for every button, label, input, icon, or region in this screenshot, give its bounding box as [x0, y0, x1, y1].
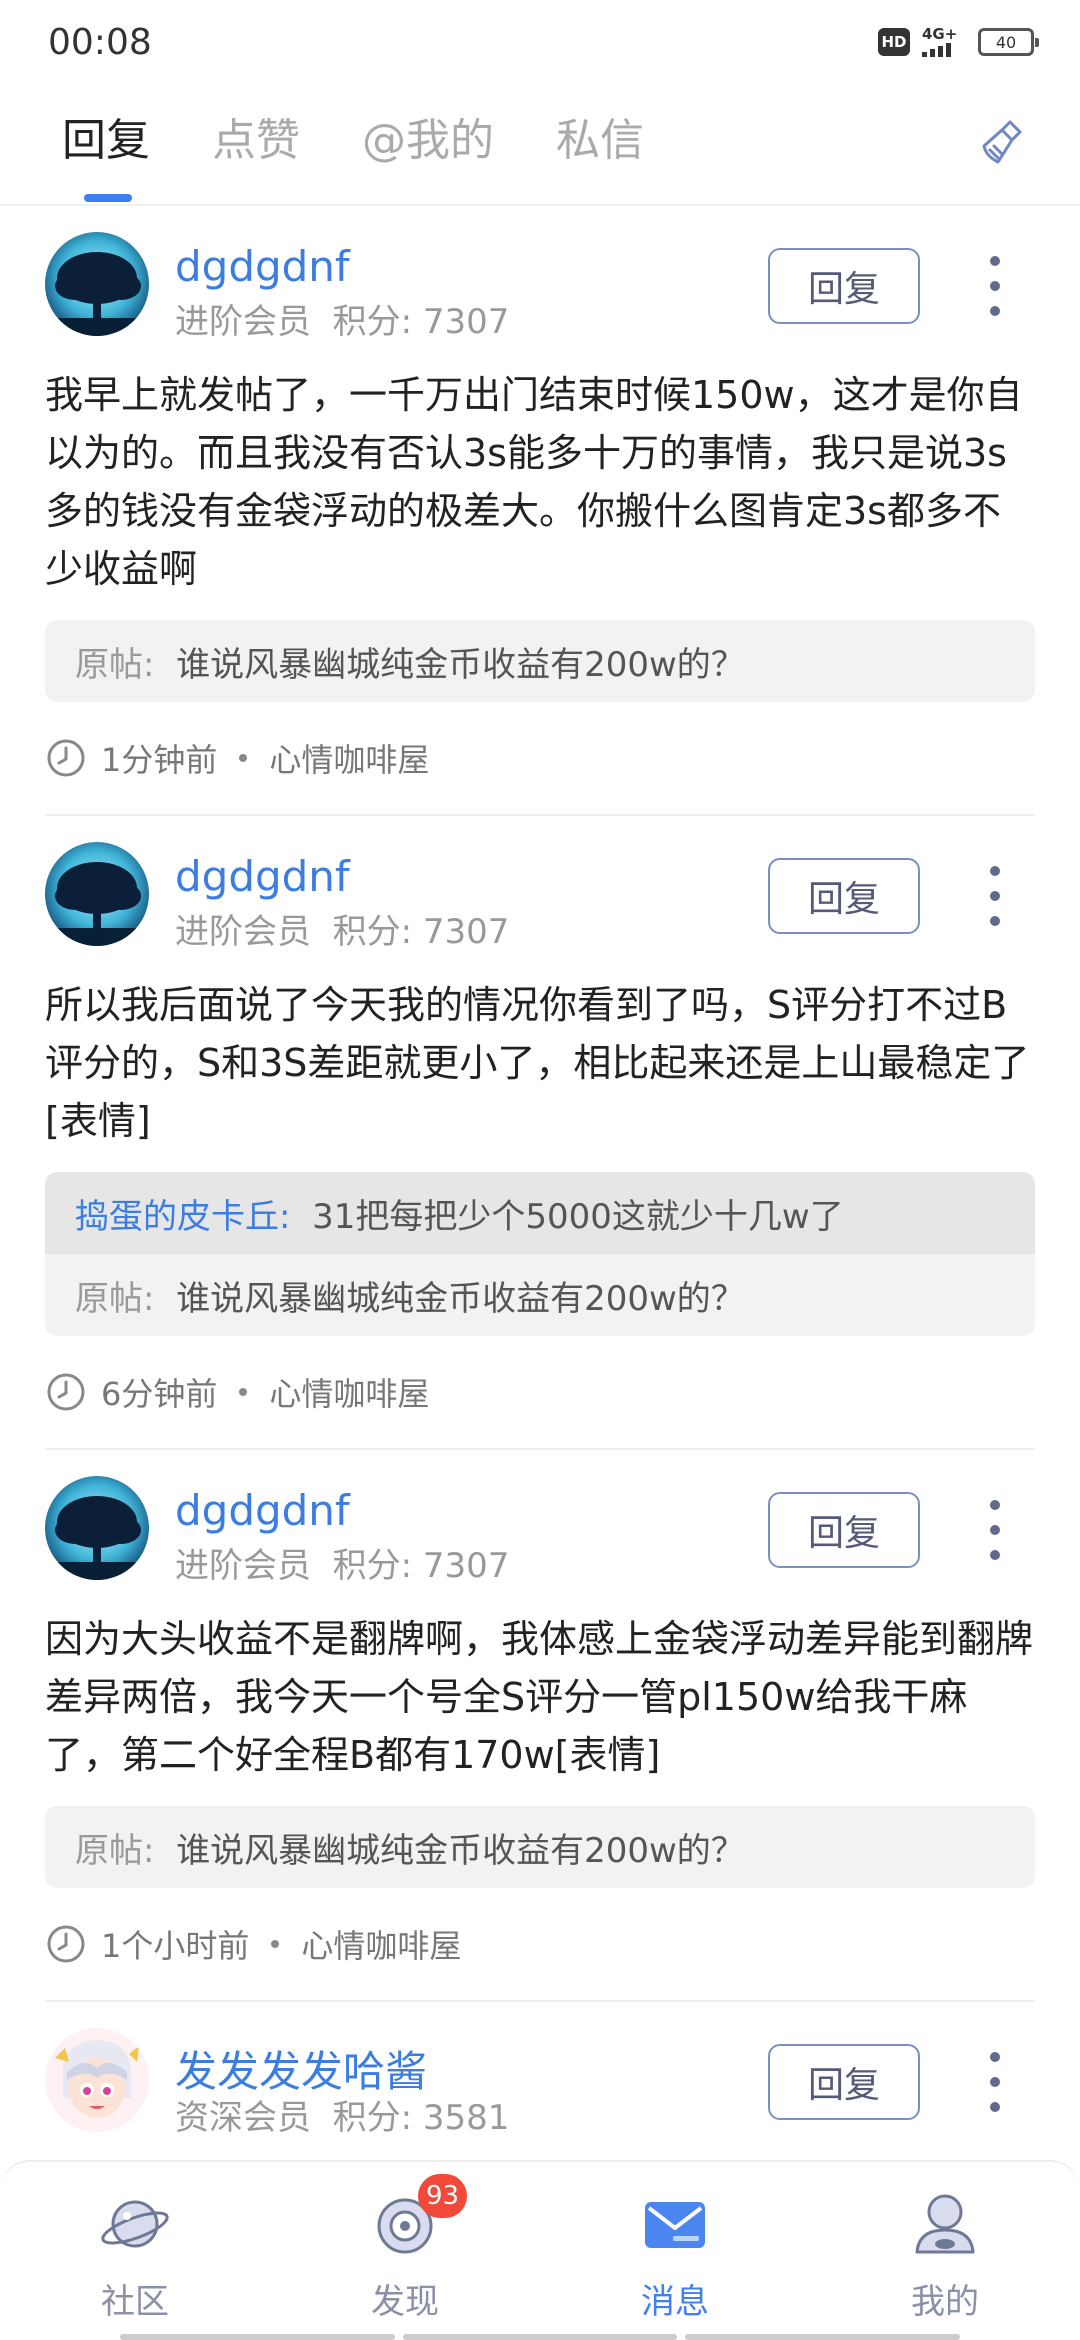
- user-meta: 进阶会员 积分: 7307: [175, 912, 510, 952]
- original-post-box[interactable]: 捣蛋的皮卡丘: 31把每把少个5000这就少十几w了 原帖: 谁说风暴幽城纯金币…: [45, 1172, 1035, 1336]
- card-footer: 1个小时前 心情咖啡屋: [45, 1888, 1035, 2000]
- username[interactable]: dgdgdnf: [175, 852, 350, 901]
- clock-icon: [47, 1925, 85, 1963]
- forum-name[interactable]: 心情咖啡屋: [269, 735, 429, 781]
- username[interactable]: dgdgdnf: [175, 242, 350, 291]
- hd-icon: HD: [878, 28, 910, 56]
- original-post-line[interactable]: 原帖: 谁说风暴幽城纯金币收益有200w的？: [45, 1806, 1035, 1888]
- card-footer: 6分钟前 心情咖啡屋: [45, 1336, 1035, 1448]
- reply-content[interactable]: 所以我后面说了今天我的情况你看到了吗，S评分打不过B评分的，S和3S差距就更小了…: [45, 966, 1035, 1150]
- tab-mentions[interactable]: @我的: [362, 96, 494, 206]
- original-post-box[interactable]: 原帖: 谁说风暴幽城纯金币收益有200w的？: [45, 620, 1035, 702]
- original-post-title: 谁说风暴幽城纯金币收益有200w的？: [176, 1278, 745, 1319]
- avatar[interactable]: [45, 842, 149, 946]
- nav-community[interactable]: 社区: [0, 2162, 270, 2340]
- battery-icon: 40: [978, 28, 1039, 56]
- user-meta: 进阶会员 积分: 7307: [175, 1546, 510, 1586]
- status-icons: HD 4G+ 40: [878, 27, 1039, 57]
- user-meta: 进阶会员 积分: 7307: [175, 302, 510, 342]
- more-options-icon[interactable]: [985, 1500, 1005, 1560]
- reply-button[interactable]: 回复: [768, 1492, 920, 1568]
- tab-replies[interactable]: 回复: [62, 96, 150, 206]
- tab-likes[interactable]: 点赞: [212, 96, 300, 206]
- original-post-title: 谁说风暴幽城纯金币收益有200w的？: [176, 1830, 745, 1871]
- nav-label: 社区: [101, 2282, 169, 2322]
- quoted-reply-text: 31把每把少个5000这就少十几w了: [312, 1196, 844, 1237]
- avatar[interactable]: [45, 2028, 149, 2132]
- clock-icon: [47, 739, 85, 777]
- planet-icon: [101, 2200, 169, 2248]
- tab-private-messages[interactable]: 私信: [556, 96, 644, 206]
- nav-messages[interactable]: 消息: [540, 2162, 810, 2340]
- quoted-user[interactable]: 捣蛋的皮卡丘:: [75, 1189, 290, 1238]
- reply-card[interactable]: 发发发发哈酱 资深会员 积分: 3581 回复: [0, 2002, 1080, 2152]
- user-meta: 资深会员 积分: 3581: [175, 2098, 510, 2138]
- avatar[interactable]: [45, 1476, 149, 1580]
- forum-name[interactable]: 心情咖啡屋: [301, 1921, 461, 1967]
- forum-name[interactable]: 心情咖啡屋: [269, 1369, 429, 1415]
- bottom-nav: 社区 93 发现 消息 我的: [0, 2160, 1080, 2340]
- status-bar: 00:08 HD 4G+ 40: [0, 0, 1080, 84]
- notification-badge: 93: [418, 2174, 468, 2218]
- card-footer: 1分钟前 心情咖啡屋: [45, 702, 1035, 814]
- avatar[interactable]: [45, 232, 149, 336]
- more-options-icon[interactable]: [985, 866, 1005, 926]
- original-post-title: 谁说风暴幽城纯金币收益有200w的？: [176, 644, 745, 685]
- status-time: 00:08: [48, 21, 152, 63]
- reply-card[interactable]: dgdgdnf 进阶会员 积分: 7307 回复 我早上就发帖了，一千万出门结束…: [0, 206, 1080, 814]
- signal-icon: 4G+: [922, 27, 966, 57]
- reply-button[interactable]: 回复: [768, 858, 920, 934]
- post-time: 6分钟前: [101, 1375, 218, 1413]
- reply-content[interactable]: 因为大头收益不是翻牌啊，我体感上金袋浮动差异能到翻牌差异两倍，我今天一个号全S评…: [45, 1600, 1035, 1784]
- separator-dot: [239, 754, 248, 762]
- message-tabs: 回复 点赞 @我的 私信: [0, 96, 1080, 206]
- gesture-bar: [120, 2334, 961, 2340]
- reply-content[interactable]: 我早上就发帖了，一千万出门结束时候150w，这才是你自以为的。而且我没有否认3s…: [45, 356, 1035, 598]
- username[interactable]: dgdgdnf: [175, 1486, 350, 1535]
- more-options-icon[interactable]: [985, 2052, 1005, 2112]
- original-post-box[interactable]: 原帖: 谁说风暴幽城纯金币收益有200w的？: [45, 1806, 1035, 1888]
- nav-profile[interactable]: 我的: [810, 2162, 1080, 2340]
- mail-icon: [645, 2202, 705, 2248]
- separator-dot: [271, 1940, 280, 1948]
- reply-card[interactable]: dgdgdnf 进阶会员 积分: 7307 回复 所以我后面说了今天我的情况你看…: [0, 816, 1080, 1448]
- reply-feed: dgdgdnf 进阶会员 积分: 7307 回复 我早上就发帖了，一千万出门结束…: [0, 206, 1080, 2152]
- clock-icon: [47, 1373, 85, 1411]
- broom-icon[interactable]: [976, 116, 1028, 168]
- reply-button[interactable]: 回复: [768, 2044, 920, 2120]
- post-time: 1个小时前: [101, 1927, 250, 1965]
- more-options-icon[interactable]: [985, 256, 1005, 316]
- nav-label: 消息: [641, 2282, 709, 2322]
- original-post-line[interactable]: 原帖: 谁说风暴幽城纯金币收益有200w的？: [45, 1254, 1035, 1336]
- nav-label: 发现: [371, 2282, 439, 2322]
- profile-icon: [915, 2194, 975, 2254]
- nav-discover[interactable]: 93 发现: [270, 2162, 540, 2340]
- reply-card[interactable]: dgdgdnf 进阶会员 积分: 7307 回复 因为大头收益不是翻牌啊，我体感…: [0, 1450, 1080, 2000]
- post-time: 1分钟前: [101, 741, 218, 779]
- original-post-line[interactable]: 原帖: 谁说风暴幽城纯金币收益有200w的？: [45, 620, 1035, 702]
- reply-button[interactable]: 回复: [768, 248, 920, 324]
- separator-dot: [239, 1388, 248, 1396]
- quoted-reply-line[interactable]: 捣蛋的皮卡丘: 31把每把少个5000这就少十几w了: [45, 1172, 1035, 1254]
- nav-label: 我的: [911, 2282, 979, 2322]
